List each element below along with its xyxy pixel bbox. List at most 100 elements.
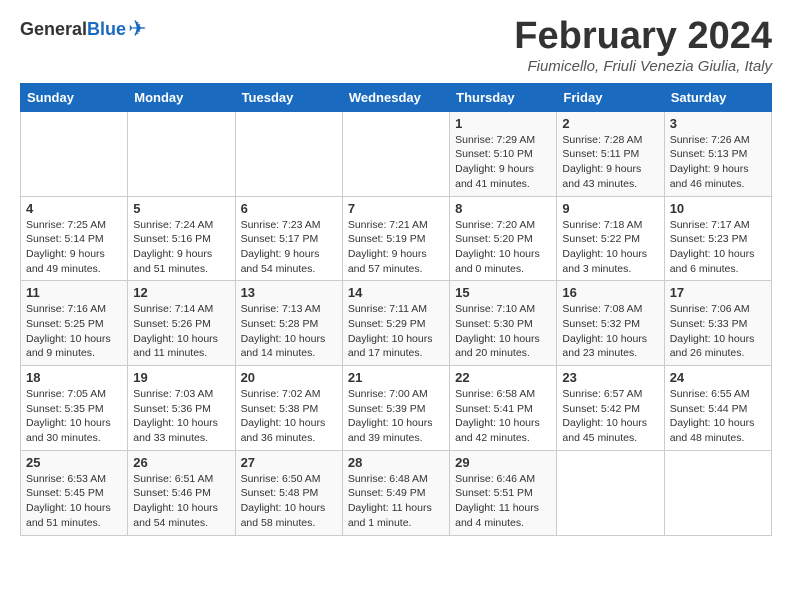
calendar-cell: 15 Sunrise: 7:10 AMSunset: 5:30 PMDayligh… bbox=[450, 281, 557, 366]
day-info: Sunrise: 7:03 AMSunset: 5:36 PMDaylight:… bbox=[133, 387, 229, 446]
day-info: Sunrise: 6:55 AMSunset: 5:44 PMDaylight:… bbox=[670, 387, 766, 446]
day-header-monday: Monday bbox=[128, 83, 235, 111]
day-number: 27 bbox=[241, 455, 337, 470]
day-info: Sunrise: 7:11 AMSunset: 5:29 PMDaylight:… bbox=[348, 302, 444, 361]
location-title: Fiumicello, Friuli Venezia Giulia, Italy bbox=[514, 58, 772, 75]
calendar-cell: 6 Sunrise: 7:23 AMSunset: 5:17 PMDaylight… bbox=[235, 196, 342, 281]
calendar-cell: 17 Sunrise: 7:06 AMSunset: 5:33 PMDayligh… bbox=[664, 281, 771, 366]
day-header-sunday: Sunday bbox=[21, 83, 128, 111]
day-header-saturday: Saturday bbox=[664, 83, 771, 111]
day-info: Sunrise: 7:00 AMSunset: 5:39 PMDaylight:… bbox=[348, 387, 444, 446]
day-number: 14 bbox=[348, 285, 444, 300]
header: GeneralBlue ✈ February 2024 Fiumicello, … bbox=[20, 16, 772, 75]
calendar-cell bbox=[21, 111, 128, 196]
day-info: Sunrise: 7:23 AMSunset: 5:17 PMDaylight:… bbox=[241, 218, 337, 277]
calendar-cell: 25Sunrise: 6:53 AMSunset: 5:45 PMDayligh… bbox=[21, 450, 128, 535]
day-number: 7 bbox=[348, 201, 444, 216]
calendar-cell: 14 Sunrise: 7:11 AMSunset: 5:29 PMDayligh… bbox=[342, 281, 449, 366]
calendar-cell: 27Sunrise: 6:50 AMSunset: 5:48 PMDayligh… bbox=[235, 450, 342, 535]
day-number: 6 bbox=[241, 201, 337, 216]
calendar-cell: 3 Sunrise: 7:26 AMSunset: 5:13 PMDaylight… bbox=[664, 111, 771, 196]
day-info: Sunrise: 6:51 AMSunset: 5:46 PMDaylight:… bbox=[133, 472, 229, 531]
day-number: 1 bbox=[455, 116, 551, 131]
calendar-cell: 9Sunrise: 7:18 AMSunset: 5:22 PMDaylight… bbox=[557, 196, 664, 281]
day-info: Sunrise: 7:21 AMSunset: 5:19 PMDaylight:… bbox=[348, 218, 444, 277]
day-info: Sunrise: 6:46 AMSunset: 5:51 PMDaylight:… bbox=[455, 472, 551, 531]
day-info: Sunrise: 6:48 AMSunset: 5:49 PMDaylight:… bbox=[348, 472, 444, 531]
calendar-cell bbox=[235, 111, 342, 196]
calendar-cell: 21Sunrise: 7:00 AMSunset: 5:39 PMDayligh… bbox=[342, 366, 449, 451]
day-info: Sunrise: 7:20 AMSunset: 5:20 PMDaylight:… bbox=[455, 218, 551, 277]
day-number: 18 bbox=[26, 370, 122, 385]
day-info: Sunrise: 7:28 AMSunset: 5:11 PMDaylight:… bbox=[562, 133, 658, 192]
day-info: Sunrise: 7:24 AMSunset: 5:16 PMDaylight:… bbox=[133, 218, 229, 277]
day-number: 10 bbox=[670, 201, 766, 216]
calendar-cell: 18Sunrise: 7:05 AMSunset: 5:35 PMDayligh… bbox=[21, 366, 128, 451]
day-number: 22 bbox=[455, 370, 551, 385]
day-number: 19 bbox=[133, 370, 229, 385]
day-number: 5 bbox=[133, 201, 229, 216]
day-number: 16 bbox=[562, 285, 658, 300]
day-number: 23 bbox=[562, 370, 658, 385]
calendar-cell: 28 Sunrise: 6:48 AMSunset: 5:49 PMDayligh… bbox=[342, 450, 449, 535]
calendar-cell: 4Sunrise: 7:25 AMSunset: 5:14 PMDaylight… bbox=[21, 196, 128, 281]
day-number: 11 bbox=[26, 285, 122, 300]
calendar-cell: 16 Sunrise: 7:08 AMSunset: 5:32 PMDayligh… bbox=[557, 281, 664, 366]
calendar-cell: 11Sunrise: 7:16 AMSunset: 5:25 PMDayligh… bbox=[21, 281, 128, 366]
calendar-week-row: 11Sunrise: 7:16 AMSunset: 5:25 PMDayligh… bbox=[21, 281, 772, 366]
day-number: 2 bbox=[562, 116, 658, 131]
logo-bird-icon: ✈ bbox=[128, 16, 146, 42]
day-number: 29 bbox=[455, 455, 551, 470]
month-title: February 2024 bbox=[514, 16, 772, 58]
logo-blue: Blue bbox=[87, 19, 126, 39]
day-number: 17 bbox=[670, 285, 766, 300]
day-header-thursday: Thursday bbox=[450, 83, 557, 111]
day-info: Sunrise: 7:17 AMSunset: 5:23 PMDaylight:… bbox=[670, 218, 766, 277]
day-number: 3 bbox=[670, 116, 766, 131]
calendar-cell: 1 Sunrise: 7:29 AMSunset: 5:10 PMDaylight… bbox=[450, 111, 557, 196]
calendar-week-row: 4Sunrise: 7:25 AMSunset: 5:14 PMDaylight… bbox=[21, 196, 772, 281]
calendar-cell: 26 Sunrise: 6:51 AMSunset: 5:46 PMDayligh… bbox=[128, 450, 235, 535]
day-info: Sunrise: 7:08 AMSunset: 5:32 PMDaylight:… bbox=[562, 302, 658, 361]
day-info: Sunrise: 6:58 AMSunset: 5:41 PMDaylight:… bbox=[455, 387, 551, 446]
day-info: Sunrise: 7:10 AMSunset: 5:30 PMDaylight:… bbox=[455, 302, 551, 361]
day-number: 12 bbox=[133, 285, 229, 300]
calendar-cell: 7 Sunrise: 7:21 AMSunset: 5:19 PMDaylight… bbox=[342, 196, 449, 281]
day-header-tuesday: Tuesday bbox=[235, 83, 342, 111]
calendar-cell: 19 Sunrise: 7:03 AMSunset: 5:36 PMDayligh… bbox=[128, 366, 235, 451]
day-info: Sunrise: 7:02 AMSunset: 5:38 PMDaylight:… bbox=[241, 387, 337, 446]
day-number: 25 bbox=[26, 455, 122, 470]
day-number: 13 bbox=[241, 285, 337, 300]
logo-general: General bbox=[20, 19, 87, 39]
calendar-table: SundayMondayTuesdayWednesdayThursdayFrid… bbox=[20, 83, 772, 536]
day-info: Sunrise: 6:57 AMSunset: 5:42 PMDaylight:… bbox=[562, 387, 658, 446]
calendar-cell: 29 Sunrise: 6:46 AMSunset: 5:51 PMDayligh… bbox=[450, 450, 557, 535]
calendar-cell bbox=[557, 450, 664, 535]
day-number: 24 bbox=[670, 370, 766, 385]
calendar-cell bbox=[128, 111, 235, 196]
day-number: 26 bbox=[133, 455, 229, 470]
day-info: Sunrise: 7:06 AMSunset: 5:33 PMDaylight:… bbox=[670, 302, 766, 361]
day-info: Sunrise: 7:14 AMSunset: 5:26 PMDaylight:… bbox=[133, 302, 229, 361]
calendar-cell: 2 Sunrise: 7:28 AMSunset: 5:11 PMDaylight… bbox=[557, 111, 664, 196]
day-info: Sunrise: 7:13 AMSunset: 5:28 PMDaylight:… bbox=[241, 302, 337, 361]
calendar-cell: 10 Sunrise: 7:17 AMSunset: 5:23 PMDayligh… bbox=[664, 196, 771, 281]
day-number: 28 bbox=[348, 455, 444, 470]
calendar-header-row: SundayMondayTuesdayWednesdayThursdayFrid… bbox=[21, 83, 772, 111]
calendar-body: 1 Sunrise: 7:29 AMSunset: 5:10 PMDaylight… bbox=[21, 111, 772, 535]
title-area: February 2024 Fiumicello, Friuli Venezia… bbox=[514, 16, 772, 75]
day-info: Sunrise: 7:26 AMSunset: 5:13 PMDaylight:… bbox=[670, 133, 766, 192]
calendar-cell: 22 Sunrise: 6:58 AMSunset: 5:41 PMDayligh… bbox=[450, 366, 557, 451]
calendar-week-row: 18Sunrise: 7:05 AMSunset: 5:35 PMDayligh… bbox=[21, 366, 772, 451]
calendar-cell: 24 Sunrise: 6:55 AMSunset: 5:44 PMDayligh… bbox=[664, 366, 771, 451]
day-number: 15 bbox=[455, 285, 551, 300]
day-number: 8 bbox=[455, 201, 551, 216]
calendar-cell: 13 Sunrise: 7:13 AMSunset: 5:28 PMDayligh… bbox=[235, 281, 342, 366]
day-info: Sunrise: 7:29 AMSunset: 5:10 PMDaylight:… bbox=[455, 133, 551, 192]
calendar-cell bbox=[664, 450, 771, 535]
day-header-friday: Friday bbox=[557, 83, 664, 111]
calendar-cell: 8 Sunrise: 7:20 AMSunset: 5:20 PMDaylight… bbox=[450, 196, 557, 281]
calendar-cell: 12 Sunrise: 7:14 AMSunset: 5:26 PMDayligh… bbox=[128, 281, 235, 366]
calendar-cell bbox=[342, 111, 449, 196]
day-number: 4 bbox=[26, 201, 122, 216]
